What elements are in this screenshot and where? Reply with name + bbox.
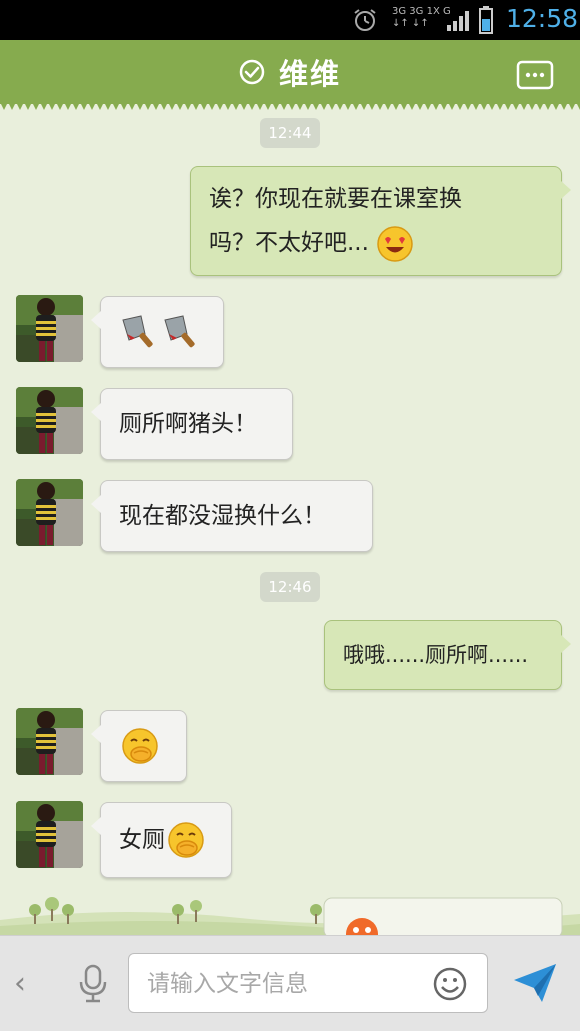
message-text: 女厕 (119, 827, 165, 853)
cleaver-emoji (122, 315, 153, 348)
verified-check-icon (239, 59, 265, 85)
avatar[interactable] (16, 479, 83, 546)
timestamp: 12:44 (260, 118, 320, 148)
incoming-message[interactable]: 女厕 (91, 802, 232, 878)
incoming-message[interactable]: 厕所啊猪头！ (91, 388, 293, 460)
incoming-message[interactable]: 现在都没湿换什么！ (91, 480, 373, 552)
avatar[interactable] (16, 708, 83, 775)
message-text: 现在都没湿换什么！ (119, 503, 326, 529)
message-input[interactable] (147, 966, 417, 1002)
emoji-picker-icon[interactable] (433, 967, 467, 1001)
back-arrow-icon[interactable]: ‹ (14, 966, 26, 1001)
network-indicator: 3G 3G 1X G ↓↑ ↓↑ (392, 6, 451, 29)
avatar[interactable] (16, 295, 83, 362)
shy-giggle-emoji (168, 822, 204, 858)
more-options-icon[interactable] (516, 60, 554, 90)
outgoing-message[interactable]: 哦哦......厕所啊...... (324, 620, 571, 690)
avatar[interactable] (16, 801, 83, 868)
microphone-icon[interactable] (76, 964, 110, 1004)
chat-header: 维维 (0, 40, 580, 104)
input-bar: ‹ (0, 935, 580, 1031)
message-text: 哦哦......厕所啊...... (343, 643, 529, 667)
timestamp: 12:46 (260, 572, 320, 602)
message-text: 诶？你现在就要在课室换 (209, 186, 462, 212)
battery-icon (479, 6, 493, 34)
cleaver-emoji (164, 315, 195, 348)
landscape-decoration (0, 897, 580, 935)
heart-eyes-emoji (377, 225, 413, 262)
outgoing-message[interactable]: 诶？你现在就要在课室换 吗？不太好吧... (190, 166, 571, 276)
incoming-message[interactable] (91, 296, 224, 368)
avatar[interactable] (16, 387, 83, 454)
message-input-field[interactable] (128, 953, 488, 1013)
shy-giggle-emoji (122, 728, 158, 764)
clock-time: 12:58 (506, 4, 579, 33)
status-bar: 3G 3G 1X G ↓↑ ↓↑ 12:58 (0, 0, 580, 40)
contact-name: 维维 (278, 57, 341, 91)
signal-strength-icon (447, 11, 469, 31)
send-icon[interactable] (512, 962, 558, 1004)
message-text: 厕所啊猪头！ (119, 411, 257, 437)
message-text: 吗？不太好吧... (209, 221, 462, 265)
header-edge (0, 102, 580, 110)
alarm-clock-icon (354, 9, 376, 31)
incoming-message[interactable] (91, 710, 187, 782)
